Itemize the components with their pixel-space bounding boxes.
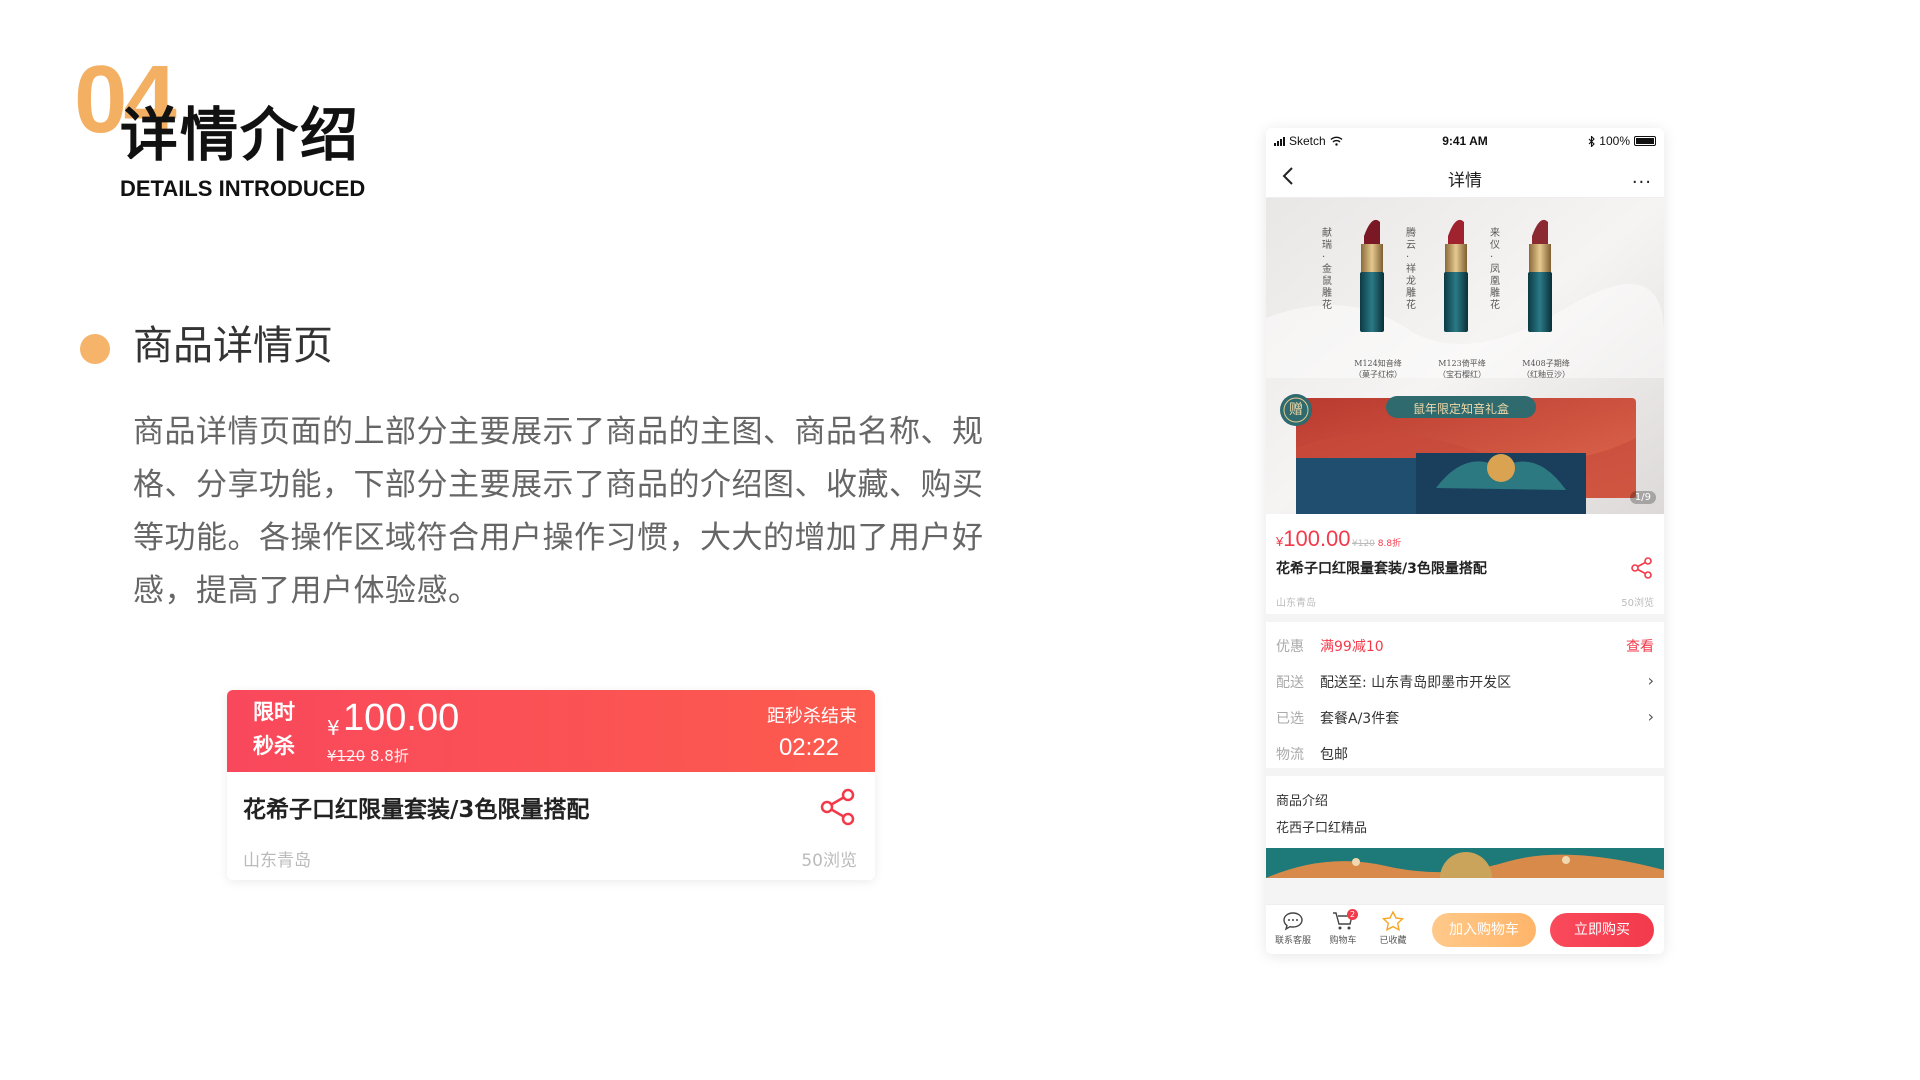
- view-coupon-link[interactable]: 查看: [1626, 636, 1654, 656]
- bullet-dot: [80, 334, 110, 364]
- flash-sale-card: 限时 秒杀 ¥ 100.00 ¥120 8.8折 距秒杀结束 02:22 花希子…: [227, 690, 875, 880]
- product-location: 山东青岛: [243, 851, 311, 871]
- flash-tag-line2: 秒杀: [253, 734, 295, 758]
- lipstick-caption-2: M123倚平绛 （宝石樱红）: [1438, 359, 1486, 379]
- sub-heading: 商品详情页: [133, 323, 333, 369]
- lipstick-name-3: 来仪·凤凰雕花: [1490, 228, 1500, 311]
- image-counter: 1/9: [1629, 491, 1656, 504]
- phone-views: 50浏览: [1621, 598, 1654, 609]
- bottom-action-bar: 联系客服 购物车 2 已收藏 加入购物车 立即购买: [1266, 904, 1664, 954]
- countdown-label: 距秒杀结束: [767, 706, 857, 727]
- flash-sale-banner: 限时 秒杀 ¥ 100.00 ¥120 8.8折 距秒杀结束 02:22: [227, 690, 875, 772]
- chat-icon: [1283, 912, 1303, 931]
- phone-price: ¥100.00: [1276, 526, 1351, 551]
- buy-now-button[interactable]: 立即购买: [1550, 913, 1654, 947]
- row-delivery[interactable]: 配送 配送至: 山东青岛即墨市开发区 ›: [1266, 662, 1664, 698]
- favorite-button[interactable]: 已收藏: [1370, 911, 1416, 946]
- cart-button[interactable]: 购物车 2: [1320, 909, 1366, 946]
- chevron-right-icon: ›: [1647, 671, 1654, 690]
- flash-price: 100.00: [343, 697, 460, 739]
- product-info: ¥100.00 ¥120 8.8折 花希子口红限量套装/3色限量搭配 山东青岛 …: [1266, 514, 1664, 614]
- service-button[interactable]: 联系客服: [1270, 911, 1316, 946]
- share-icon[interactable]: [1630, 556, 1654, 580]
- intro-subtitle: 花西子口红精品: [1276, 821, 1368, 836]
- phone-mockup: Sketch 9:41 AM 100% 详情 ··· 献瑞·金鼠雕花 腾云·祥龙…: [1266, 128, 1664, 954]
- row-shipping: 物流 包邮: [1276, 747, 1348, 763]
- lipstick-name-2: 腾云·祥龙雕花: [1406, 228, 1416, 311]
- add-to-cart-button[interactable]: 加入购物车: [1432, 913, 1536, 947]
- flash-original-price: ¥120 8.8折: [327, 745, 409, 766]
- lipstick-caption-1: M124知音绛 （菓子红棕）: [1354, 359, 1402, 379]
- product-intro: 商品介绍 花西子口红精品: [1266, 776, 1664, 848]
- phone-original-price: ¥120 8.8折: [1352, 539, 1402, 549]
- product-name: 花希子口红限量套装/3色限量搭配: [243, 797, 590, 823]
- product-views: 50浏览: [801, 851, 857, 871]
- share-icon[interactable]: [819, 788, 857, 826]
- product-main-image[interactable]: 献瑞·金鼠雕花 腾云·祥龙雕花 来仪·凤凰雕花 M124知音绛 （菓子红棕） M…: [1266, 198, 1664, 514]
- intro-image: [1266, 848, 1664, 878]
- status-bar: Sketch 9:41 AM 100%: [1266, 128, 1664, 154]
- row-coupon[interactable]: 优惠 满99减10 查看: [1266, 626, 1664, 662]
- price-currency: ¥: [327, 716, 340, 740]
- lipstick-caption-3: M408子期绛 （红釉豆沙）: [1522, 359, 1570, 379]
- intro-title: 商品介绍: [1276, 794, 1329, 809]
- phone-location: 山东青岛: [1276, 598, 1316, 609]
- gift-badge: 赠: [1289, 402, 1303, 418]
- bluetooth-icon: [1588, 135, 1596, 147]
- star-icon: [1382, 911, 1404, 931]
- lipstick-name-1: 献瑞·金鼠雕花: [1322, 228, 1332, 311]
- nav-bar: 详情 ···: [1266, 154, 1664, 198]
- original-price: ¥120: [327, 747, 366, 765]
- nav-title: 详情: [1448, 171, 1482, 191]
- row-selected[interactable]: 已选 套餐A/3件套 ›: [1266, 698, 1664, 734]
- flash-tag-line1: 限时: [253, 700, 295, 724]
- countdown-timer: 02:22: [778, 734, 839, 761]
- section-title: 详情介绍: [120, 101, 361, 169]
- battery-icon: [1634, 136, 1656, 146]
- description-paragraph: 商品详情页面的上部分主要展示了商品的主图、商品名称、规格、分享功能，下部分主要展…: [133, 414, 984, 609]
- phone-product-name: 花希子口红限量套装/3色限量搭配: [1276, 561, 1487, 577]
- cart-badge: 2: [1347, 909, 1358, 920]
- gift-box-title: 鼠年限定知音礼盒: [1412, 402, 1509, 416]
- chevron-right-icon: ›: [1647, 707, 1654, 726]
- discount: 8.8折: [369, 747, 409, 765]
- spec-list: 优惠 满99减10 查看 配送 配送至: 山东青岛即墨市开发区 › 已选 套餐A…: [1266, 622, 1664, 768]
- more-icon[interactable]: ···: [1632, 174, 1652, 192]
- battery-percent: 100%: [1599, 134, 1630, 148]
- section-subtitle: DETAILS INTRODUCED: [120, 176, 366, 201]
